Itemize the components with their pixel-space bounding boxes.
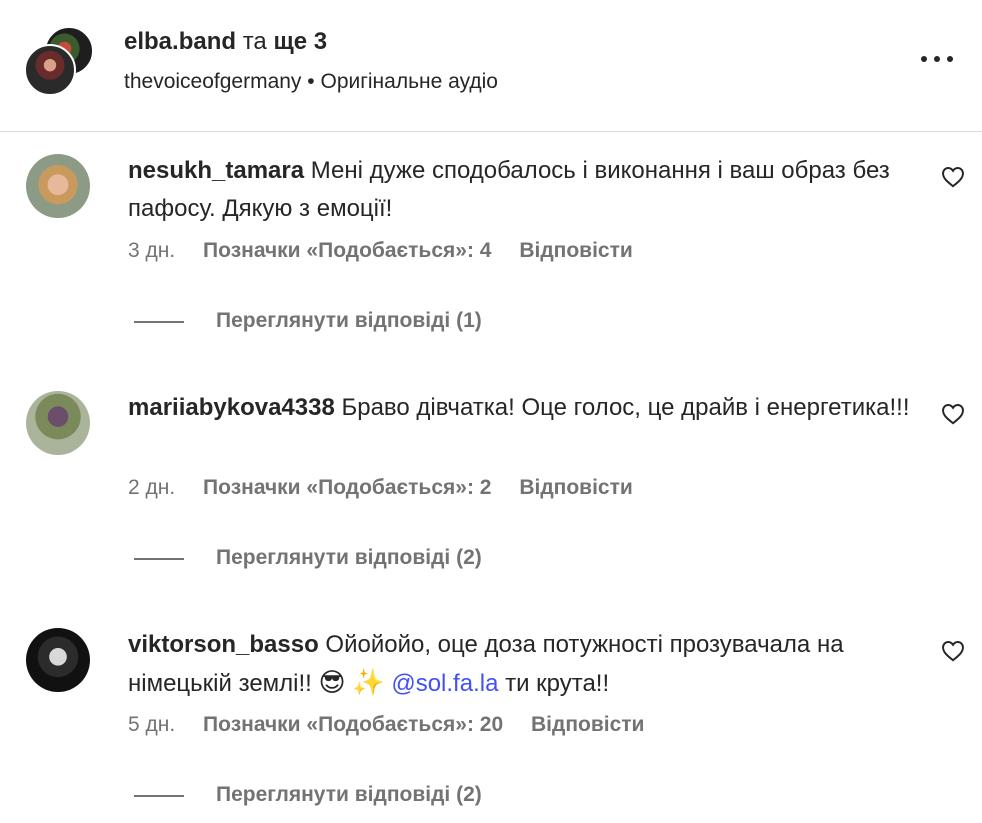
view-replies-label: Переглянути відповіді (2)	[216, 546, 482, 569]
reply-button[interactable]: Відповісти	[531, 713, 644, 736]
heart-icon[interactable]	[940, 164, 966, 190]
comment-body: viktorson_basso Ойойойо, оце доза потужн…	[128, 626, 918, 703]
post-header: elba.band та ще 3 thevoiceofgermany • Ор…	[0, 0, 982, 131]
more-horizontal-icon	[947, 56, 953, 62]
comment-meta: 2 дн. Позначки «Подобається»: 2 Відповіс…	[128, 475, 633, 501]
comment-username-link[interactable]: viktorson_basso	[128, 631, 319, 658]
authors-connector: та	[242, 28, 267, 55]
likes-count-button[interactable]: Позначки «Подобається»: 20	[203, 713, 503, 736]
avatar[interactable]	[26, 154, 90, 218]
avatar[interactable]	[26, 628, 90, 692]
more-horizontal-icon	[921, 56, 927, 62]
other-authors-link[interactable]: ще 3	[273, 28, 327, 55]
replies-line	[134, 321, 184, 323]
author-username-link[interactable]: elba.band	[124, 28, 236, 55]
avatar	[24, 44, 76, 96]
comment-text: Браво дівчатка! Оце голос, це драйв і ен…	[341, 394, 910, 421]
comment-body: nesukh_tamara Мені дуже сподобалось і ви…	[128, 152, 918, 228]
sunglasses-emoji-icon: 😎	[318, 668, 346, 698]
mention-link[interactable]: @sol.fa.la	[391, 670, 498, 697]
heart-icon[interactable]	[940, 401, 966, 427]
comment-username-link[interactable]: nesukh_tamara	[128, 157, 304, 184]
more-horizontal-icon	[934, 56, 940, 62]
sparkles-emoji-icon: ✨	[352, 668, 385, 698]
audio-link[interactable]: Оригінальне аудіо	[320, 70, 498, 93]
heart-icon[interactable]	[940, 638, 966, 664]
comment-meta: 5 дн. Позначки «Подобається»: 20 Відпові…	[128, 712, 644, 738]
more-options-button[interactable]	[918, 46, 956, 72]
likes-count-button[interactable]: Позначки «Подобається»: 4	[203, 239, 491, 262]
post-authors: elba.band та ще 3	[124, 27, 327, 57]
comment-age[interactable]: 2 дн.	[128, 476, 175, 499]
post-subtitle: thevoiceofgermany • Оригінальне аудіо	[124, 68, 498, 96]
comment-age[interactable]: 3 дн.	[128, 239, 175, 262]
view-replies-label: Переглянути відповіді (2)	[216, 783, 482, 806]
comment-body: mariiabykova4338 Браво дівчатка! Оце гол…	[128, 389, 918, 427]
separator-dot: •	[307, 70, 315, 93]
comment-text-after: ти крута!!	[505, 670, 610, 697]
replies-line	[134, 795, 184, 797]
replies-line	[134, 558, 184, 560]
comment-username-link[interactable]: mariiabykova4338	[128, 394, 335, 421]
collab-avatars[interactable]	[24, 26, 94, 96]
account-link[interactable]: thevoiceofgermany	[124, 70, 301, 93]
reply-button[interactable]: Відповісти	[519, 476, 632, 499]
header-divider	[0, 131, 982, 132]
comment-meta: 3 дн. Позначки «Подобається»: 4 Відповіс…	[128, 238, 633, 264]
comment-age[interactable]: 5 дн.	[128, 713, 175, 736]
view-replies-label: Переглянути відповіді (1)	[216, 309, 482, 332]
reply-button[interactable]: Відповісти	[519, 239, 632, 262]
likes-count-button[interactable]: Позначки «Подобається»: 2	[203, 476, 491, 499]
avatar[interactable]	[26, 391, 90, 455]
